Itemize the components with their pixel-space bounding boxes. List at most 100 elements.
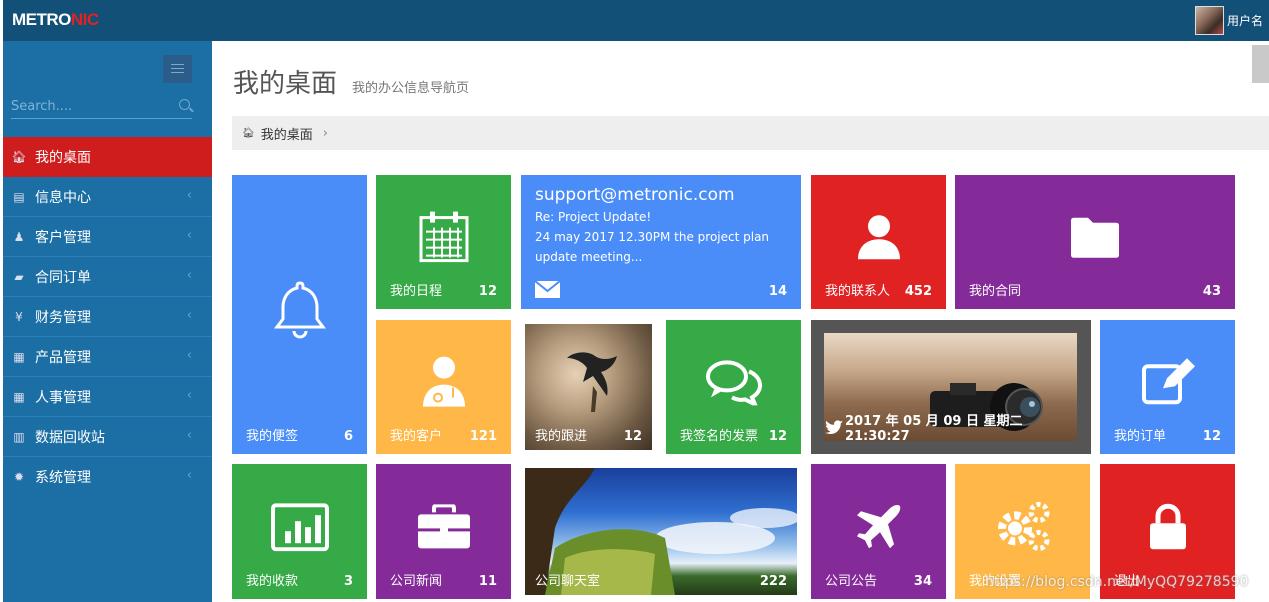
datetime-caption: 2017 年 05 月 09 日 星期二 21:30:27 bbox=[825, 410, 1091, 444]
gears-icon bbox=[997, 501, 1049, 551]
menu-toggle-button[interactable] bbox=[163, 55, 192, 83]
tile-label: 公司聊天室 bbox=[535, 574, 601, 589]
sidebar-item-label: 信息中心 bbox=[35, 189, 91, 206]
gear-icon: ✹ bbox=[13, 470, 25, 484]
sidebar-search bbox=[11, 96, 192, 119]
chevron-left-icon: ‹ bbox=[186, 188, 192, 203]
bird-image bbox=[567, 352, 617, 412]
sidebar-nav: 🏠︎ 我的桌面 ▤ 信息中心 ‹ ♟ 客户管理 ‹ ▰ 合同订单 ‹ ¥ 财务管理 ‹ ▦ 产品管理… bbox=[3, 137, 212, 497]
tile-label: 公司新闻 bbox=[390, 574, 443, 589]
tile-count: 3 bbox=[343, 574, 353, 589]
tile-invoices[interactable]: 我签名的发票 12 bbox=[666, 320, 801, 454]
tile-contacts[interactable]: 我的联系人 452 bbox=[811, 175, 946, 309]
tile-news[interactable]: 公司新闻 11 bbox=[376, 464, 511, 599]
tile-count: 11 bbox=[478, 574, 497, 589]
logo[interactable]: METRONIC bbox=[12, 10, 99, 30]
tile-followup[interactable]: 我的跟进 12 bbox=[521, 320, 656, 454]
chevron-left-icon: ‹ bbox=[186, 348, 192, 363]
chat-bubbles-icon bbox=[705, 360, 762, 406]
sidebar-item-customers[interactable]: ♟ 客户管理 ‹ bbox=[3, 217, 212, 257]
breadcrumb-item[interactable]: 我的桌面 bbox=[261, 124, 313, 143]
sidebar-item-system[interactable]: ✹ 系统管理 ‹ bbox=[3, 457, 212, 497]
page-title: 我的桌面 bbox=[233, 69, 338, 99]
logo-text-part1: METRO bbox=[12, 10, 71, 29]
sidebar-item-recycle-bin[interactable]: ▥ 数据回收站 ‹ bbox=[3, 417, 212, 457]
settings-panel-toggle[interactable] bbox=[1252, 45, 1269, 83]
tile-customers[interactable]: 我的客户 121 bbox=[376, 320, 511, 454]
watermark: https://blog.csdn.net/MyQQ79278590 bbox=[985, 574, 1249, 590]
lock-icon bbox=[1149, 503, 1186, 549]
tile-notice[interactable]: 公司公告 34 bbox=[811, 464, 946, 599]
tile-notes[interactable]: 我的便签 6 bbox=[232, 175, 367, 454]
tile-label: 我的便签 bbox=[246, 429, 299, 444]
tile-count: 34 bbox=[913, 574, 932, 589]
user-menu[interactable]: 用户名 bbox=[1194, 5, 1263, 35]
search-input[interactable] bbox=[11, 96, 171, 116]
page-subtitle: 我的办公信息导航页 bbox=[352, 81, 470, 96]
tile-count: 12 bbox=[768, 429, 787, 444]
search-icon[interactable] bbox=[179, 99, 190, 110]
tile-count: 12 bbox=[1202, 429, 1221, 444]
sidebar-item-info-center[interactable]: ▤ 信息中心 ‹ bbox=[3, 177, 212, 217]
sidebar-item-products[interactable]: ▦ 产品管理 ‹ bbox=[3, 337, 212, 377]
mail-body-line2: update meeting... bbox=[535, 250, 643, 264]
home-icon[interactable]: 🏠︎ bbox=[242, 128, 255, 139]
doctor-icon bbox=[422, 356, 465, 407]
user-icon bbox=[857, 215, 900, 260]
tile-schedule[interactable]: 我的日程 12 bbox=[376, 175, 511, 309]
home-icon: 🏠︎ bbox=[11, 149, 27, 164]
tile-label: 我的合同 bbox=[969, 284, 1022, 299]
user-icon: ♟ bbox=[13, 229, 25, 244]
tile-label: 我的收款 bbox=[246, 574, 299, 589]
chevron-left-icon: ‹ bbox=[186, 428, 192, 443]
username: 用户名 bbox=[1226, 13, 1263, 28]
calendar-icon bbox=[419, 211, 468, 263]
breadcrumb: 🏠︎ 我的桌面 › bbox=[232, 116, 1269, 150]
briefcase-icon bbox=[417, 503, 470, 548]
book-icon: ▰ bbox=[14, 269, 24, 284]
tile-datetime[interactable]: 2017 年 05 月 09 日 星期二 21:30:27 bbox=[811, 320, 1091, 454]
envelope-icon bbox=[535, 281, 560, 298]
tile-contracts[interactable]: 我的合同 43 bbox=[955, 175, 1235, 309]
tile-chat[interactable]: 公司聊天室 222 bbox=[521, 464, 801, 599]
sidebar-item-label: 人事管理 bbox=[35, 389, 91, 406]
main-content: 我的桌面 我的办公信息导航页 🏠︎ 我的桌面 › 我的便签 6 我的日程 12 su… bbox=[212, 41, 1269, 602]
sidebar-item-label: 数据回收站 bbox=[35, 429, 105, 446]
table-icon: ▦ bbox=[13, 349, 25, 364]
tile-count: 14 bbox=[768, 284, 787, 299]
tile-mail[interactable]: support@metronic.com Re: Project Update!… bbox=[521, 175, 801, 309]
chevron-left-icon: ‹ bbox=[186, 388, 192, 403]
sidebar-item-label: 财务管理 bbox=[35, 309, 91, 326]
sidebar-item-desktop[interactable]: 🏠︎ 我的桌面 bbox=[3, 137, 212, 177]
tile-label: 公司公告 bbox=[825, 574, 878, 589]
mail-from: support@metronic.com bbox=[535, 185, 735, 205]
tile-label: 我的联系人 bbox=[825, 284, 891, 299]
chevron-left-icon: ‹ bbox=[186, 308, 192, 323]
tile-count: 222 bbox=[759, 574, 787, 589]
chevron-left-icon: ‹ bbox=[186, 468, 192, 483]
tile-count: 12 bbox=[478, 284, 497, 299]
avatar bbox=[1194, 5, 1224, 35]
tile-label: 我的跟进 bbox=[535, 429, 588, 444]
mail-subject: Re: Project Update! bbox=[535, 210, 652, 224]
sidebar-item-label: 系统管理 bbox=[35, 470, 91, 486]
sidebar-item-label: 我的桌面 bbox=[35, 149, 91, 166]
chevron-left-icon: ‹ bbox=[186, 228, 192, 243]
sidebar-item-finance[interactable]: ¥ 财务管理 ‹ bbox=[3, 297, 212, 337]
bell-icon bbox=[273, 280, 326, 338]
sidebar-item-hr[interactable]: ▦ 人事管理 ‹ bbox=[3, 377, 212, 417]
app-root: METRONIC 用户名 🏠︎ 我的桌面 ▤ 信息中心 ‹ ♟ 客户管理 ‹ ▰ 合同订单 ‹… bbox=[0, 0, 1269, 602]
tile-count: 6 bbox=[343, 429, 353, 444]
tile-label: 我的客户 bbox=[390, 429, 443, 444]
sidebar-item-contracts[interactable]: ▰ 合同订单 ‹ bbox=[3, 257, 212, 297]
yen-icon: ¥ bbox=[15, 309, 23, 324]
twitter-icon bbox=[825, 420, 843, 434]
trash-icon: ▥ bbox=[13, 429, 25, 444]
bar-chart-icon bbox=[270, 502, 329, 551]
tile-payments[interactable]: 我的收款 3 bbox=[232, 464, 367, 599]
folder-icon bbox=[1071, 217, 1119, 258]
tile-orders[interactable]: 我的订单 12 bbox=[1100, 320, 1235, 454]
sidebar-item-label: 产品管理 bbox=[35, 349, 91, 366]
top-header: METRONIC 用户名 bbox=[3, 0, 1269, 41]
sidebar-item-label: 客户管理 bbox=[35, 229, 91, 246]
